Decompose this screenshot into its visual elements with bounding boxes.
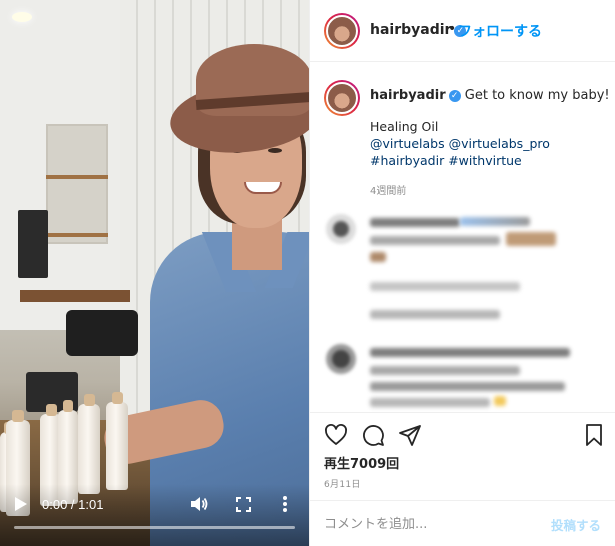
comment-text-blurred <box>370 348 570 357</box>
video-controls <box>0 484 309 546</box>
shelf <box>46 175 108 179</box>
video-time: 0:00 / 1:01 <box>42 497 104 512</box>
comment-text-blurred <box>370 218 460 227</box>
comment-text-blurred <box>506 232 556 246</box>
heart-icon[interactable] <box>324 423 348 447</box>
product-bottle <box>78 394 100 494</box>
caption-username[interactable]: hairbyadir <box>370 88 446 103</box>
share-icon[interactable] <box>398 423 422 447</box>
comment-bar: 投稿する <box>310 500 615 546</box>
product-bottle <box>106 392 128 490</box>
ceiling-light <box>12 12 32 22</box>
hashtag-link[interactable]: #hairbyadir <box>370 153 444 168</box>
comment-input[interactable] <box>324 514 524 534</box>
avatar[interactable] <box>324 13 360 49</box>
post-panel: hairbyadir ✓ • フォローする hairbyadir ✓ Get to … <box>309 0 615 546</box>
avatar[interactable] <box>324 80 360 116</box>
comment-text-blurred <box>370 398 490 407</box>
caption-time: 4週間前 <box>370 186 407 197</box>
header-username[interactable]: hairbyadir <box>370 22 451 38</box>
comment-avatar <box>326 214 356 244</box>
view-count[interactable]: 再生7009回 <box>324 453 399 472</box>
chair <box>66 310 138 356</box>
hashtag-link[interactable]: #withvirtue <box>448 153 522 168</box>
mention-link[interactable]: @virtuelabs <box>370 136 445 151</box>
comment-text-blurred <box>370 310 500 319</box>
action-bar: 再生7009回 6月11日 <box>310 412 615 502</box>
fullscreen-icon[interactable] <box>236 497 251 512</box>
comment-text-blurred <box>370 252 386 262</box>
post-date[interactable]: 6月11日 <box>324 477 361 490</box>
bookmark-icon[interactable] <box>582 423 606 447</box>
video-player[interactable]: 0:00 / 1:01 <box>0 0 309 546</box>
follow-button[interactable]: フォローする <box>458 21 542 41</box>
caption-text: Get to know my baby! <box>464 88 610 103</box>
desk <box>20 290 130 302</box>
comment-icon[interactable] <box>361 423 385 447</box>
post-comment-button[interactable]: 投稿する <box>551 515 601 534</box>
comment-text-blurred <box>494 396 506 406</box>
more-options-icon[interactable] <box>282 495 288 513</box>
caption-product: Healing Oil <box>370 119 439 134</box>
monitor <box>18 210 48 278</box>
separator-dot: • <box>448 21 457 37</box>
caption: hairbyadir ✓ Get to know my baby! Healing… <box>310 62 615 212</box>
person-smile <box>244 182 282 194</box>
shelf <box>46 233 108 237</box>
wall-niche <box>46 124 108 244</box>
post-header: hairbyadir ✓ • フォローする <box>310 0 615 62</box>
comment-text-blurred <box>370 382 565 391</box>
comment-avatar <box>326 344 356 374</box>
person-eye <box>268 148 282 153</box>
verified-badge-icon: ✓ <box>448 90 461 102</box>
play-icon[interactable] <box>14 496 28 512</box>
mention-link[interactable]: @virtuelabs_pro <box>449 136 550 151</box>
video-progress-bar[interactable] <box>14 526 295 529</box>
comment-text-blurred <box>370 282 520 291</box>
volume-icon[interactable] <box>190 496 208 512</box>
comment-text-blurred <box>370 236 500 245</box>
comment-text-blurred <box>370 366 520 375</box>
comment-text-blurred <box>460 217 530 226</box>
